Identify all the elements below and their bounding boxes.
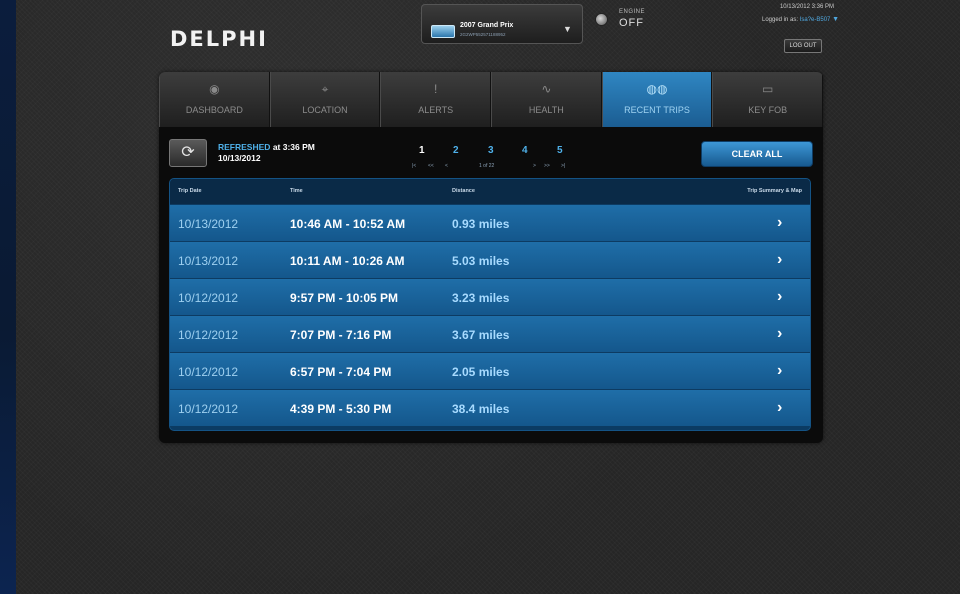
tab-label: ALERTS <box>418 105 454 115</box>
page-count: 1 of 22 <box>479 163 495 169</box>
page-link-2[interactable]: 2 <box>453 145 459 156</box>
delphi-logo: DELPHI <box>170 27 268 51</box>
refreshed-date: 10/13/2012 <box>218 153 261 163</box>
trip-date: 10/12/2012 <box>178 291 239 305</box>
login-info: Logged in as: Isa?e-B507 ▼ <box>639 16 839 23</box>
column-header-time: Time <box>290 188 303 194</box>
prev-many-button[interactable]: << <box>428 163 434 169</box>
trip-time: 6:57 PM - 7:04 PM <box>290 365 392 379</box>
trip-date: 10/13/2012 <box>178 217 239 231</box>
trip-distance: 3.67 miles <box>452 328 510 342</box>
trip-time: 4:39 PM - 5:30 PM <box>290 402 392 416</box>
chevron-down-icon[interactable]: ▼ <box>563 24 572 34</box>
tab-key-fob[interactable]: ▭ KEY FOB <box>712 72 823 127</box>
trip-date: 10/13/2012 <box>178 254 239 268</box>
trips-icon: ◍◍ <box>646 82 668 96</box>
column-header-distance: Distance <box>452 188 475 194</box>
refresh-status: REFRESHED at 3:36 PM <box>218 142 315 152</box>
tab-label: LOCATION <box>302 105 348 115</box>
engine-label: ENGINE <box>619 9 646 15</box>
tab-label: RECENT TRIPS <box>624 105 690 115</box>
tab-location[interactable]: ⌖ LOCATION <box>269 72 381 127</box>
table-header: Trip Date Time Distance Trip Summary & M… <box>170 179 810 204</box>
tab-label: KEY FOB <box>748 105 788 115</box>
trip-distance: 3.23 miles <box>452 291 510 305</box>
table-row[interactable]: 10/12/2012 4:39 PM - 5:30 PM 38.4 miles … <box>170 389 810 426</box>
last-page-button[interactable]: >| <box>561 163 565 169</box>
tab-dashboard[interactable]: ◉ DASHBOARD <box>159 72 270 127</box>
username-link[interactable]: Isa?e-B507 <box>800 17 831 23</box>
main-tab-bar: ◉ DASHBOARD ⌖ LOCATION ! ALERTS ∿ HEALTH… <box>159 72 823 127</box>
logout-button[interactable]: LOG OUT <box>784 39 822 53</box>
trip-distance: 38.4 miles <box>452 402 510 416</box>
trip-distance: 2.05 miles <box>452 365 510 379</box>
first-page-button[interactable]: |< <box>412 163 416 169</box>
chevron-right-icon[interactable]: › <box>777 251 782 269</box>
map-pin-icon: ⌖ <box>321 82 329 96</box>
user-menu-caret-icon[interactable]: ▼ <box>832 16 839 23</box>
chevron-right-icon[interactable]: › <box>777 288 782 306</box>
heartbeat-icon: ∿ <box>541 82 552 96</box>
page-link-4[interactable]: 4 <box>522 145 528 156</box>
vehicle-selector[interactable]: 2007 Grand Prix 2G2WP552571188952 ▼ <box>421 4 583 44</box>
refreshed-time: at 3:36 PM <box>272 142 315 152</box>
page-link-1[interactable]: 1 <box>419 145 425 156</box>
vehicle-vin: 2G2WP552571188952 <box>460 32 506 37</box>
next-many-button[interactable]: >> <box>544 163 550 169</box>
tab-label: DASHBOARD <box>185 105 243 115</box>
current-datetime: 10/13/2012 3:36 PM <box>779 4 834 10</box>
trips-table: Trip Date Time Distance Trip Summary & M… <box>169 178 811 431</box>
trip-distance: 0.93 miles <box>452 217 510 231</box>
clear-all-button[interactable]: CLEAR ALL <box>701 141 813 167</box>
key-fob-icon: ▭ <box>762 82 774 96</box>
chevron-right-icon[interactable]: › <box>777 214 782 232</box>
trip-date: 10/12/2012 <box>178 328 239 342</box>
table-row[interactable]: 10/13/2012 10:46 AM - 10:52 AM 0.93 mile… <box>170 204 810 241</box>
trip-time: 10:46 AM - 10:52 AM <box>290 217 406 231</box>
tab-label: HEALTH <box>528 105 564 115</box>
table-row[interactable]: 10/12/2012 6:57 PM - 7:04 PM 2.05 miles … <box>170 352 810 389</box>
table-row[interactable]: 10/12/2012 9:57 PM - 10:05 PM 3.23 miles… <box>170 278 810 315</box>
page-link-3[interactable]: 3 <box>488 145 494 156</box>
table-row[interactable]: 10/12/2012 7:07 PM - 7:16 PM 3.67 miles … <box>170 315 810 352</box>
next-page-button[interactable]: > <box>533 163 536 169</box>
chevron-right-icon[interactable]: › <box>777 399 782 417</box>
vehicle-name: 2007 Grand Prix <box>460 22 514 29</box>
trip-date: 10/12/2012 <box>178 402 239 416</box>
refresh-button[interactable]: ⟳ <box>169 139 207 167</box>
exclamation-icon: ! <box>434 82 438 96</box>
chevron-right-icon[interactable]: › <box>777 325 782 343</box>
engine-status-light-icon <box>595 13 608 26</box>
speedometer-icon: ◉ <box>209 82 220 96</box>
table-row[interactable]: 10/13/2012 10:11 AM - 10:26 AM 5.03 mile… <box>170 241 810 278</box>
chevron-right-icon[interactable]: › <box>777 362 782 380</box>
left-edge-strip <box>0 0 16 594</box>
car-icon <box>431 25 455 38</box>
column-header-date: Trip Date <box>178 188 202 194</box>
trip-distance: 5.03 miles <box>452 254 510 268</box>
pagination: 1 2 3 4 5 |< << < 1 of 22 > >> >| <box>410 145 580 173</box>
page-link-5[interactable]: 5 <box>557 145 563 156</box>
tab-health[interactable]: ∿ HEALTH <box>491 72 602 127</box>
trip-time: 7:07 PM - 7:16 PM <box>290 328 392 342</box>
trip-time: 10:11 AM - 10:26 AM <box>290 254 405 268</box>
column-header-summary: Trip Summary & Map <box>747 188 802 194</box>
refreshed-label: REFRESHED <box>218 142 271 152</box>
tab-alerts[interactable]: ! ALERTS <box>380 72 492 127</box>
refresh-icon: ⟳ <box>181 144 195 161</box>
trip-time: 9:57 PM - 10:05 PM <box>290 291 399 305</box>
tab-recent-trips[interactable]: ◍◍ RECENT TRIPS <box>601 72 713 127</box>
trip-date: 10/12/2012 <box>178 365 239 379</box>
logged-in-label: Logged in as: <box>761 17 799 23</box>
prev-page-button[interactable]: < <box>445 163 448 169</box>
